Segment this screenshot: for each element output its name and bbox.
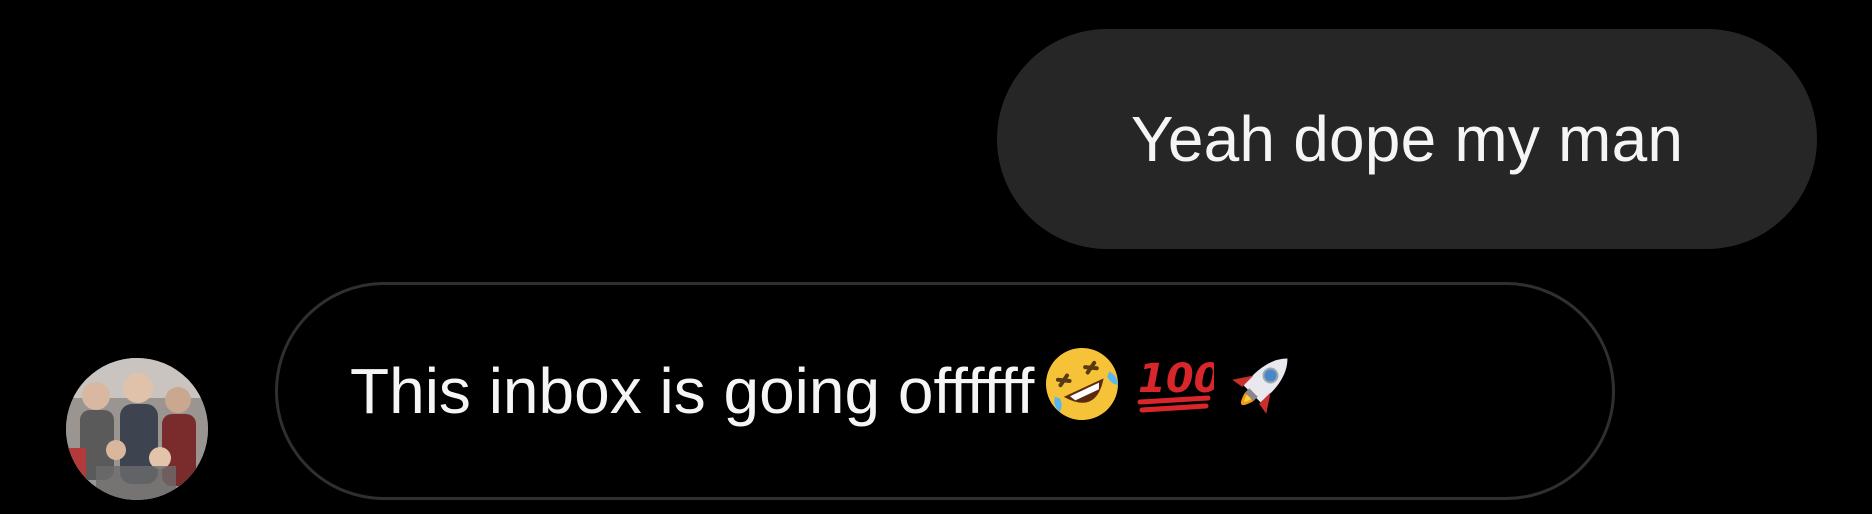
received-message-text: This inbox is going offffff: [350, 355, 1035, 427]
hundred-points-emoji-icon: 100: [1130, 342, 1222, 441]
sent-message-text: Yeah dope my man: [1130, 103, 1684, 175]
rocket-emoji-icon: [1220, 342, 1304, 441]
sender-avatar[interactable]: [66, 358, 208, 500]
avatar-photo-icon: [66, 358, 208, 500]
message-thread: Yeah dope my man This inbox is going off…: [0, 0, 1872, 514]
svg-text:100: 100: [1138, 356, 1214, 402]
rolling-on-floor-laughing-emoji-icon: [1040, 342, 1124, 441]
received-message-bubble[interactable]: This inbox is going offffff 100: [275, 282, 1615, 500]
sent-message-bubble[interactable]: Yeah dope my man: [997, 29, 1817, 249]
